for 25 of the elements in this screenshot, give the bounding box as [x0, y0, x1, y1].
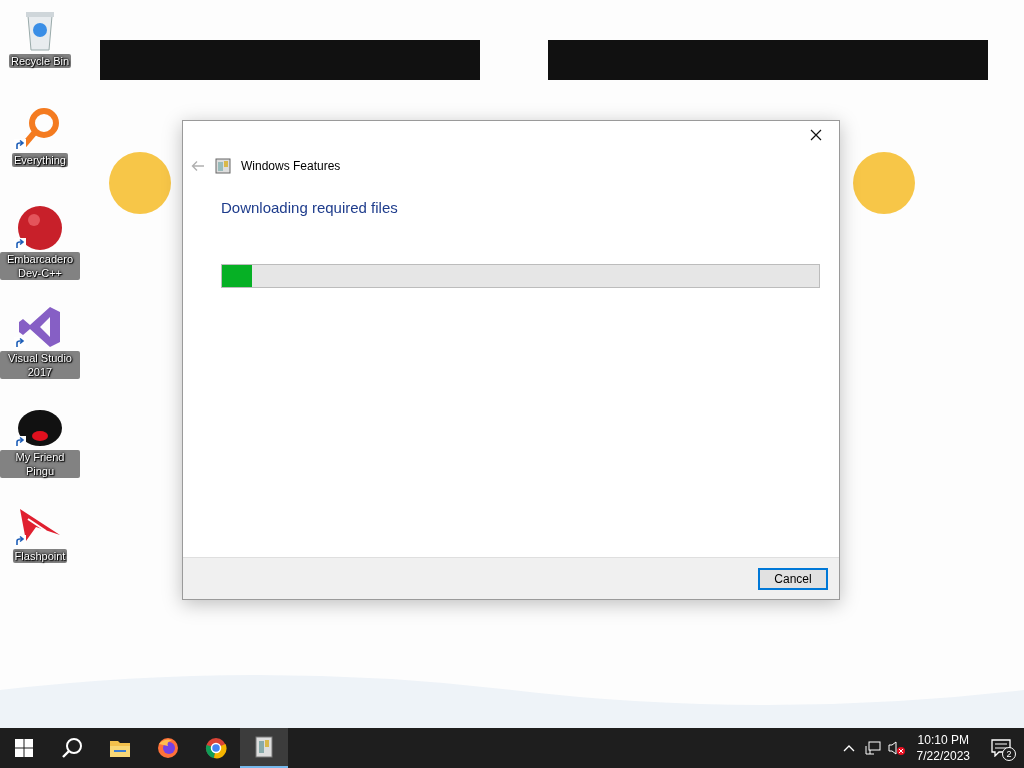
window-title: Windows Features	[241, 158, 341, 175]
window-app-icon	[215, 158, 231, 174]
action-center-button[interactable]: 2	[978, 728, 1024, 768]
network-icon	[864, 740, 881, 756]
desktop-shortcut[interactable]: Visual Studio 2017	[0, 303, 80, 383]
desktop-shortcut[interactable]: My Friend Pingu	[0, 402, 80, 482]
notification-count: 2	[1002, 747, 1016, 761]
chevron-icon	[842, 744, 855, 752]
ball-icon	[16, 204, 64, 252]
desktop-shortcut[interactable]: Everything	[0, 105, 80, 185]
desktop-shortcut[interactable]: Embarcadero Dev-C++	[0, 204, 80, 284]
desktop-shortcut[interactable]: Flashpoint	[0, 501, 80, 581]
search-icon	[60, 736, 84, 760]
round-logo-icon	[204, 736, 228, 760]
fox-globe-icon	[156, 736, 180, 760]
cancel-button[interactable]: Cancel	[758, 567, 828, 590]
speaker-muted-icon	[887, 740, 906, 756]
status-heading: Downloading required files	[221, 199, 398, 216]
close-icon	[810, 129, 822, 141]
window-app-icon	[252, 735, 276, 759]
desktop-shortcut[interactable]: Recycle Bin	[0, 6, 80, 86]
speech-bubble-icon	[991, 739, 1011, 757]
clock[interactable]: 10:10 PM 7/22/2023	[908, 728, 978, 768]
windows-logo-icon	[12, 736, 36, 760]
taskbar-app-button[interactable]	[240, 728, 288, 768]
